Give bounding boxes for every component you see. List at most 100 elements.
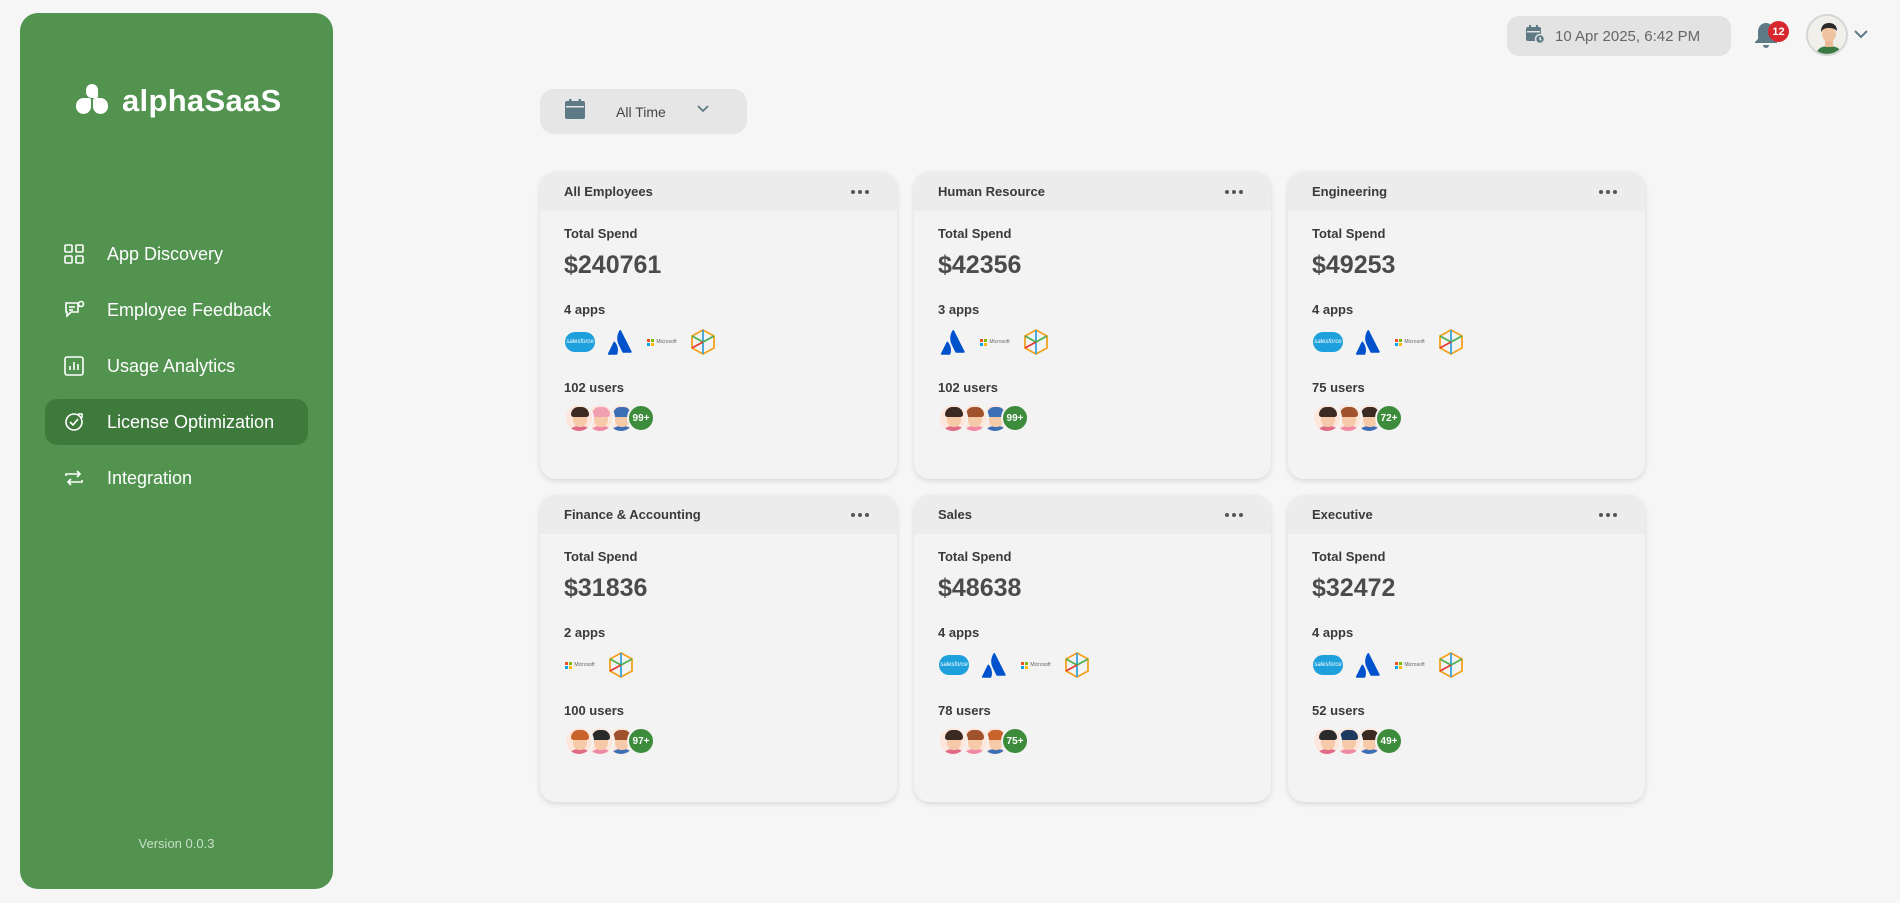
users-count-label: 78 users bbox=[938, 703, 991, 718]
sidebar-nav: App Discovery Employee Feedback Usage An… bbox=[45, 231, 308, 511]
apps-count-label: 4 apps bbox=[564, 302, 606, 317]
badge-check-icon bbox=[63, 411, 85, 433]
apps-count-label: 4 apps bbox=[1312, 625, 1354, 640]
more-users-badge[interactable]: 75+ bbox=[1001, 727, 1029, 755]
cube-logo-icon[interactable] bbox=[1061, 649, 1093, 681]
total-spend-label: Total Spend bbox=[1312, 549, 1386, 564]
sidebar: alphaSaaS App Discovery Employee Feedbac… bbox=[20, 13, 333, 889]
app-logos: salesforce Microsoft bbox=[1312, 649, 1621, 681]
more-options-icon[interactable] bbox=[847, 509, 873, 521]
card-header: Sales bbox=[914, 495, 1271, 534]
more-options-icon[interactable] bbox=[1595, 186, 1621, 198]
department-card[interactable]: Executive Total Spend $32472 4 apps sale… bbox=[1288, 495, 1645, 802]
card-body: Total Spend $31836 2 apps Microsoft 100 … bbox=[540, 534, 897, 773]
atlassian-logo-icon[interactable] bbox=[1353, 649, 1385, 681]
microsoft-logo-icon[interactable]: Microsoft bbox=[564, 649, 596, 681]
time-range-dropdown[interactable]: All Time bbox=[540, 89, 747, 134]
users-count-label: 102 users bbox=[564, 380, 624, 395]
sidebar-item-label: License Optimization bbox=[107, 411, 275, 432]
total-spend-label: Total Spend bbox=[564, 226, 638, 241]
more-users-badge[interactable]: 97+ bbox=[627, 727, 655, 755]
calendar-icon bbox=[564, 98, 586, 125]
atlassian-logo-icon[interactable] bbox=[1353, 326, 1385, 358]
card-title: Executive bbox=[1312, 507, 1373, 522]
chevron-down-icon bbox=[696, 102, 710, 121]
more-options-icon[interactable] bbox=[1221, 509, 1247, 521]
time-range-value: All Time bbox=[616, 103, 666, 120]
version-label: Version 0.0.3 bbox=[138, 836, 215, 851]
sidebar-item-label: Usage Analytics bbox=[107, 355, 236, 376]
sidebar-item-app-discovery[interactable]: App Discovery bbox=[45, 231, 308, 277]
user-avatar[interactable] bbox=[1806, 14, 1848, 56]
sidebar-item-label: Employee Feedback bbox=[107, 299, 272, 320]
user-avatar[interactable] bbox=[1312, 726, 1342, 756]
cube-logo-icon[interactable] bbox=[605, 649, 637, 681]
salesforce-logo-icon[interactable]: salesforce bbox=[938, 649, 970, 681]
user-avatar[interactable] bbox=[564, 726, 594, 756]
total-spend-value: $42356 bbox=[938, 251, 1022, 279]
datetime-text: 10 Apr 2025, 6:42 PM bbox=[1555, 27, 1701, 45]
brand-logo[interactable]: alphaSaaS bbox=[76, 83, 282, 119]
apps-count-label: 4 apps bbox=[938, 625, 980, 640]
sidebar-item-employee-feedback[interactable]: Employee Feedback bbox=[45, 287, 308, 333]
department-card[interactable]: All Employees Total Spend $240761 4 apps… bbox=[540, 172, 897, 479]
department-card[interactable]: Sales Total Spend $48638 4 apps salesfor… bbox=[914, 495, 1271, 802]
card-title: Finance & Accounting bbox=[564, 507, 701, 522]
more-users-badge[interactable]: 49+ bbox=[1375, 727, 1403, 755]
microsoft-logo-icon[interactable]: Microsoft bbox=[1020, 649, 1052, 681]
user-avatar[interactable] bbox=[1312, 403, 1342, 433]
department-card[interactable]: Human Resource Total Spend $42356 3 apps… bbox=[914, 172, 1271, 479]
card-title: Engineering bbox=[1312, 184, 1388, 199]
total-spend-label: Total Spend bbox=[938, 549, 1012, 564]
app-logos: salesforce Microsoft bbox=[564, 326, 873, 358]
atlassian-logo-icon[interactable] bbox=[979, 649, 1011, 681]
microsoft-logo-icon[interactable]: Microsoft bbox=[979, 326, 1011, 358]
more-options-icon[interactable] bbox=[847, 186, 873, 198]
sidebar-item-integration[interactable]: Integration bbox=[45, 455, 308, 501]
cube-logo-icon[interactable] bbox=[1020, 326, 1052, 358]
user-avatar[interactable] bbox=[938, 726, 968, 756]
apps-count-label: 2 apps bbox=[564, 625, 606, 640]
more-users-badge[interactable]: 99+ bbox=[1001, 404, 1029, 432]
users-count-label: 75 users bbox=[1312, 380, 1365, 395]
sidebar-item-usage-analytics[interactable]: Usage Analytics bbox=[45, 343, 308, 389]
app-logos: Microsoft bbox=[564, 649, 873, 681]
more-users-badge[interactable]: 72+ bbox=[1375, 404, 1403, 432]
total-spend-label: Total Spend bbox=[938, 226, 1012, 241]
atlassian-logo-icon[interactable] bbox=[605, 326, 637, 358]
department-card[interactable]: Finance & Accounting Total Spend $31836 … bbox=[540, 495, 897, 802]
salesforce-logo-icon[interactable]: salesforce bbox=[1312, 649, 1344, 681]
total-spend-value: $240761 bbox=[564, 251, 662, 279]
salesforce-logo-icon[interactable]: salesforce bbox=[1312, 326, 1344, 358]
apps-count-label: 4 apps bbox=[1312, 302, 1354, 317]
cube-logo-icon[interactable] bbox=[1435, 649, 1467, 681]
card-title: Sales bbox=[938, 507, 972, 522]
card-body: Total Spend $240761 4 apps salesforce Mic… bbox=[540, 211, 897, 450]
user-avatars: 75+ bbox=[938, 726, 1247, 758]
feedback-icon bbox=[63, 299, 85, 321]
microsoft-logo-icon[interactable]: Microsoft bbox=[1394, 326, 1426, 358]
microsoft-logo-icon[interactable]: Microsoft bbox=[646, 326, 678, 358]
sidebar-item-license-optimization[interactable]: License Optimization bbox=[45, 399, 308, 445]
atlassian-logo-icon[interactable] bbox=[938, 326, 970, 358]
more-users-badge[interactable]: 99+ bbox=[627, 404, 655, 432]
user-avatars: 72+ bbox=[1312, 403, 1621, 435]
user-avatars: 97+ bbox=[564, 726, 873, 758]
user-avatar[interactable] bbox=[938, 403, 968, 433]
department-card[interactable]: Engineering Total Spend $49253 4 apps sa… bbox=[1288, 172, 1645, 479]
microsoft-logo-icon[interactable]: Microsoft bbox=[1394, 649, 1426, 681]
sidebar-item-label: Integration bbox=[107, 467, 193, 488]
cube-logo-icon[interactable] bbox=[1435, 326, 1467, 358]
app-logos: salesforce Microsoft bbox=[938, 649, 1247, 681]
total-spend-value: $48638 bbox=[938, 574, 1022, 602]
cube-logo-icon[interactable] bbox=[687, 326, 719, 358]
more-options-icon[interactable] bbox=[1595, 509, 1621, 521]
user-avatar[interactable] bbox=[564, 403, 594, 433]
salesforce-logo-icon[interactable]: salesforce bbox=[564, 326, 596, 358]
more-options-icon[interactable] bbox=[1221, 186, 1247, 198]
card-header: All Employees bbox=[540, 172, 897, 211]
total-spend-value: $49253 bbox=[1312, 251, 1396, 279]
datetime-display[interactable]: 10 Apr 2025, 6:42 PM bbox=[1507, 16, 1731, 56]
chevron-down-icon[interactable] bbox=[1853, 26, 1869, 47]
app-logos: salesforce Microsoft bbox=[1312, 326, 1621, 358]
